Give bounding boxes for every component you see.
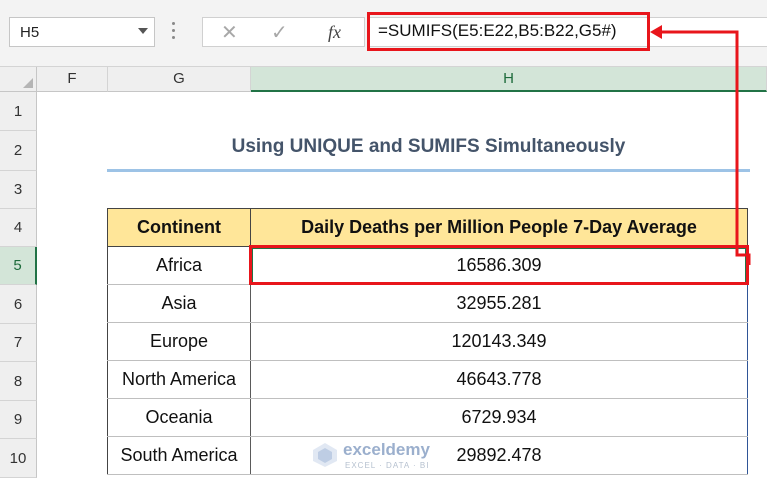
select-all-corner[interactable] (0, 67, 37, 92)
row-header-1[interactable]: 1 (0, 92, 37, 131)
continent-cell[interactable]: North America (107, 360, 251, 399)
value-cell[interactable]: 32955.281 (250, 284, 748, 323)
table-row: Asia 32955.281 (107, 284, 748, 323)
row-header-3[interactable]: 3 (0, 171, 37, 209)
table-row: North America 46643.778 (107, 360, 748, 399)
row-header-5[interactable]: 5 (0, 247, 37, 285)
table-header-row: Continent Daily Deaths per Million Peopl… (107, 208, 748, 247)
continent-cell[interactable]: Oceania (107, 398, 251, 437)
sheet-title[interactable]: Using UNIQUE and SUMIFS Simultaneously (107, 136, 750, 158)
column-header-g[interactable]: G (108, 67, 251, 92)
table-row: Europe 120143.349 (107, 322, 748, 361)
continent-cell[interactable]: Africa (107, 246, 251, 285)
continent-cell[interactable]: South America (107, 436, 251, 475)
formula-text[interactable]: =SUMIFS(E5:E22,B5:B22,G5#) (378, 21, 617, 41)
column-header-h[interactable]: H (251, 67, 767, 92)
row-header-10[interactable]: 10 (0, 439, 37, 478)
column-header-f[interactable]: F (37, 67, 108, 92)
name-box-value[interactable]: H5 (20, 24, 39, 41)
cell-highlight-box (249, 245, 749, 285)
x-icon[interactable]: ✕ (221, 20, 238, 45)
row-header-6[interactable]: 6 (0, 285, 37, 324)
watermark-tagline: EXCEL · DATA · BI (345, 461, 430, 470)
insert-function-icon[interactable]: fx (328, 22, 341, 43)
chevron-down-icon[interactable] (138, 28, 148, 34)
continent-cell[interactable]: Europe (107, 322, 251, 361)
table-row: Oceania 6729.934 (107, 398, 748, 437)
name-box[interactable]: H5 (9, 17, 155, 47)
title-underline (107, 169, 750, 172)
check-icon[interactable]: ✓ (271, 20, 288, 45)
row-header-2[interactable]: 2 (0, 131, 37, 171)
value-cell[interactable]: 120143.349 (250, 322, 748, 361)
value-cell[interactable]: 6729.934 (250, 398, 748, 437)
continent-cell[interactable]: Asia (107, 284, 251, 323)
watermark-brand: exceldemy (343, 440, 430, 459)
header-continent[interactable]: Continent (107, 208, 251, 247)
row-header-9[interactable]: 9 (0, 401, 37, 439)
header-daily-deaths[interactable]: Daily Deaths per Million People 7-Day Av… (250, 208, 748, 247)
value-cell[interactable]: 46643.778 (250, 360, 748, 399)
formula-buttons: ✕ ✓ fx (202, 17, 365, 47)
row-header-7[interactable]: 7 (0, 324, 37, 362)
watermark: exceldemy EXCEL · DATA · BI (312, 439, 462, 479)
row-header-8[interactable]: 8 (0, 362, 37, 401)
more-options-icon[interactable] (172, 22, 176, 42)
exceldemy-logo-icon (313, 443, 337, 467)
row-header-4[interactable]: 4 (0, 209, 37, 247)
